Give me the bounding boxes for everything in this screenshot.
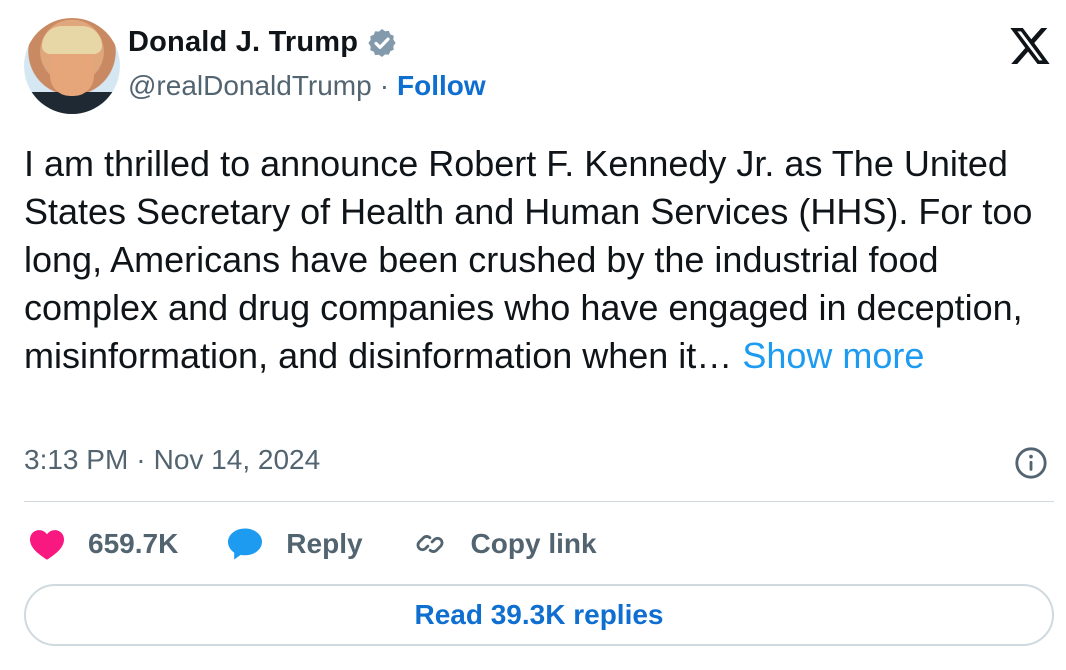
avatar[interactable]	[24, 18, 120, 114]
tweet-embed-card: Donald J. Trump @realDonaldTrump · Follo…	[0, 0, 1066, 670]
info-icon[interactable]	[1014, 446, 1048, 480]
copy-link-label: Copy link	[470, 528, 597, 559]
read-replies-button[interactable]: Read 39.3K replies	[24, 584, 1054, 646]
handle-separator: ·	[379, 70, 390, 101]
like-count: 659.7K	[88, 528, 179, 559]
show-more-link[interactable]: Show more	[742, 335, 924, 376]
reply-label: Reply	[286, 528, 363, 559]
author-handle[interactable]: @realDonaldTrump	[128, 70, 372, 102]
tweet-time: 3:13 PM	[24, 444, 129, 475]
author-name-row: Donald J. Trump	[128, 26, 398, 59]
reply-bubble-icon	[228, 528, 263, 560]
timestamp-separator: ·	[136, 444, 146, 475]
tweet-actions: 659.7K Reply Copy link	[28, 524, 645, 564]
verified-badge-icon	[368, 28, 396, 57]
like-button[interactable]: 659.7K	[28, 527, 178, 561]
reply-button[interactable]: Reply	[226, 527, 363, 561]
tweet-timestamp[interactable]: 3:13 PM · Nov 14, 2024	[24, 444, 320, 476]
follow-link[interactable]: Follow	[397, 70, 486, 102]
divider	[24, 501, 1054, 502]
tweet-date: Nov 14, 2024	[153, 444, 321, 475]
link-icon	[416, 535, 444, 553]
copy-link-button[interactable]: Copy link	[411, 527, 597, 561]
tweet-text: I am thrilled to announce Robert F. Kenn…	[24, 140, 1044, 380]
author-handle-row: @realDonaldTrump · Follow	[128, 70, 486, 102]
author-name[interactable]: Donald J. Trump	[128, 26, 358, 59]
read-replies-label: Read 39.3K replies	[414, 599, 664, 630]
x-logo-icon[interactable]	[1008, 28, 1052, 64]
heart-icon	[30, 530, 64, 560]
